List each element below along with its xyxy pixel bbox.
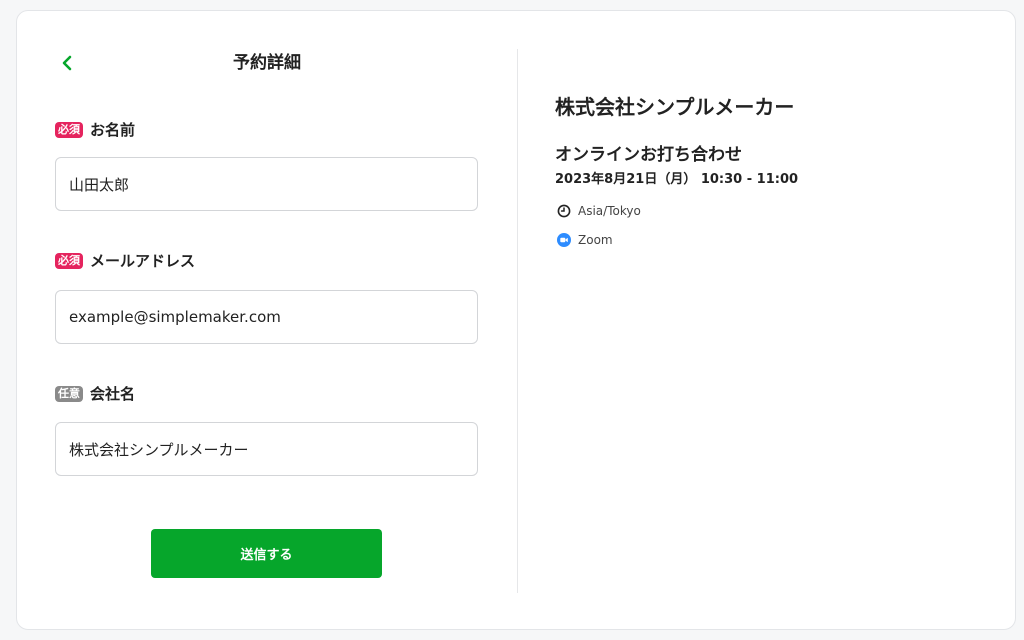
submit-button[interactable]: 送信する	[151, 529, 382, 578]
name-label: お名前	[90, 121, 136, 139]
company-label: 会社名	[90, 385, 136, 403]
company-name: 株式会社シンプルメーカー	[555, 95, 795, 119]
required-badge: 必須	[55, 253, 83, 269]
location-row: Zoom	[557, 232, 613, 248]
email-field-label: 必須 メールアドレス	[55, 251, 195, 271]
zoom-icon	[557, 233, 571, 247]
email-input[interactable]	[55, 290, 478, 344]
booking-card: 予約詳細 必須 お名前 必須 メールアドレス 任意 会社名 送信する 株式会社シ…	[16, 10, 1016, 630]
event-name: オンラインお打ち合わせ	[555, 145, 742, 165]
name-field-label: 必須 お名前	[55, 120, 135, 140]
clock-icon	[557, 204, 571, 218]
event-datetime: 2023年8月21日（月） 10:30 - 11:00	[555, 172, 799, 187]
timezone-row: Asia/Tokyo	[557, 203, 641, 219]
name-input[interactable]	[55, 157, 478, 211]
page-title: 予約詳細	[233, 53, 301, 73]
email-label: メールアドレス	[90, 252, 196, 270]
column-divider	[517, 49, 518, 593]
timezone-label: Asia/Tokyo	[578, 204, 641, 218]
company-input[interactable]	[55, 422, 478, 476]
company-field-label: 任意 会社名	[55, 384, 135, 404]
optional-badge: 任意	[55, 386, 83, 402]
required-badge: 必須	[55, 122, 83, 138]
location-label: Zoom	[578, 233, 613, 247]
